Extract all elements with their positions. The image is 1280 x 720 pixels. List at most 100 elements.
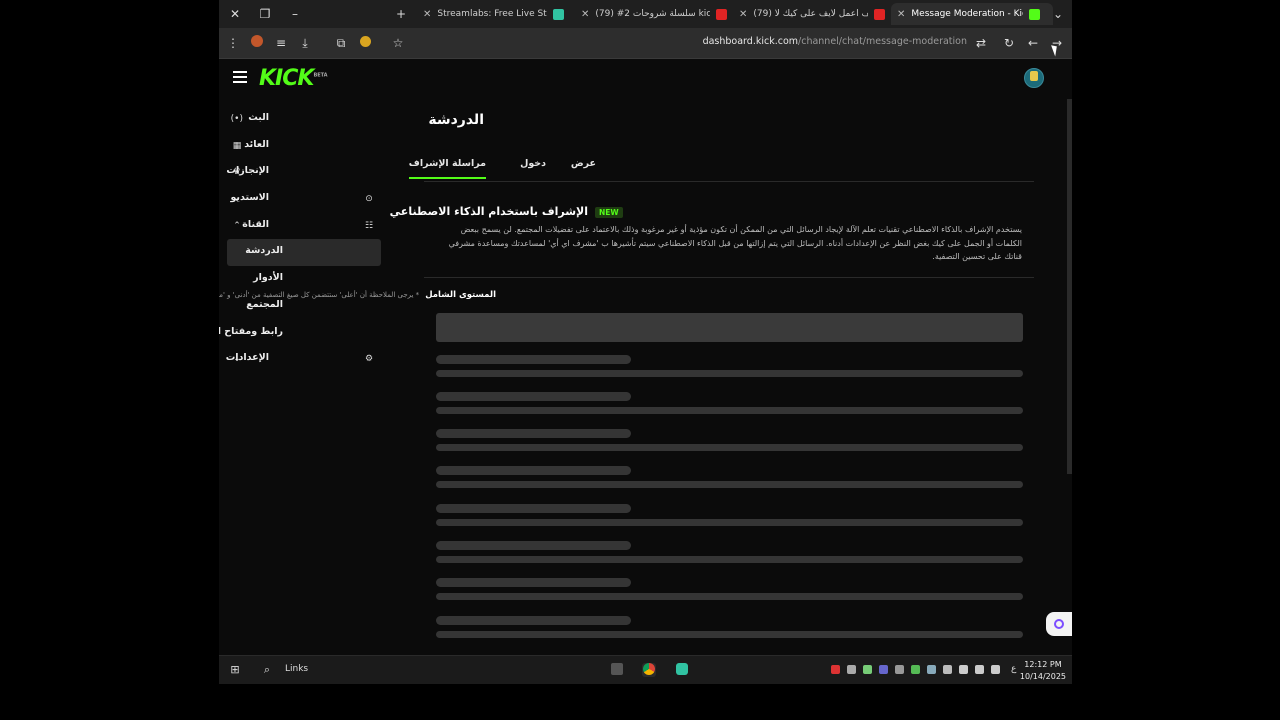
channel-icon: ☷	[364, 220, 374, 231]
sidebar-item-label: البث	[248, 112, 269, 123]
tray-app-icon[interactable]	[927, 665, 936, 674]
taskbar-search-label[interactable]: Links	[285, 664, 308, 674]
overall-level-label: المستوى الشامل	[425, 290, 496, 300]
tab-message-moderation[interactable]: ✕ Message Moderation - Kick Da	[891, 3, 1053, 25]
system-clock[interactable]: 12:12 PM 10/14/2025	[1020, 659, 1066, 683]
skeleton-label	[436, 504, 631, 513]
tray-app-icon[interactable]	[879, 665, 888, 674]
tray-app-icon[interactable]	[863, 665, 872, 674]
tab-streamlabs[interactable]: ✕ Streamlabs: Free Live Streaming	[417, 3, 579, 25]
skeleton-label	[436, 392, 631, 401]
studio-icon: ⊙	[365, 194, 373, 205]
logo-text: KICK	[259, 66, 314, 91]
skeleton-bar	[436, 631, 1023, 638]
search-icon[interactable]: ⌕	[260, 663, 274, 677]
page-scrollbar[interactable]	[1067, 99, 1072, 474]
windows-start-icon[interactable]: ⊞	[228, 663, 242, 677]
tab-display[interactable]: عرض	[571, 158, 596, 169]
microphone-icon[interactable]	[959, 665, 968, 674]
close-tab-icon[interactable]: ✕	[897, 9, 905, 20]
sidebar-nav: (•) البث ▦ العائد ♛ الإنجازات ⌄ الاستديو…	[219, 106, 381, 373]
tab-kick-series[interactable]: ✕ (79) #2 سلسلة شروحات kick كيف	[575, 3, 737, 25]
sidebar-item-channel[interactable]: ⌃ القناة ☷	[227, 213, 381, 240]
reading-list-icon[interactable]: ≡	[273, 35, 289, 51]
kick-dashboard: KICKBETA (•) البث ▦ العائد ♛ الإنجازات ⌄…	[219, 59, 1072, 655]
chevron-up-icon: ⌃	[233, 220, 241, 231]
level-selector-loading[interactable]	[436, 313, 1023, 342]
sidebar-item-studio[interactable]: ⌄ الاستديو ⊙	[227, 186, 381, 213]
ai-moderation-description: يستخدم الإشراف بالذكاء الاصطناعي تقنيات …	[448, 225, 1022, 261]
sidebar-item-label: الاستديو	[230, 192, 269, 204]
download-icon[interactable]: ⤓	[297, 35, 313, 51]
skeleton-bar	[436, 593, 1023, 600]
hamburger-menu-icon[interactable]	[233, 71, 247, 83]
skeleton-bar	[436, 519, 1023, 526]
sidebar-item-roles[interactable]: الأدوار	[227, 266, 381, 293]
gear-icon: ⚙	[364, 354, 374, 365]
youtube-favicon-icon	[874, 8, 886, 20]
youtube-favicon-icon	[716, 8, 728, 20]
tab-title: Streamlabs: Free Live Streaming	[437, 9, 547, 19]
level-note: * يرجى الملاحظة أن 'أعلى' ستتضمن كل صيغ …	[219, 291, 420, 299]
chrome-app-icon[interactable]	[642, 663, 656, 677]
menu-kebab-icon[interactable]: ⋮	[225, 35, 241, 51]
close-tab-icon[interactable]: ✕	[739, 9, 747, 20]
back-icon[interactable]: ←	[1025, 35, 1041, 51]
input-language[interactable]: ع	[1011, 664, 1016, 674]
tab-title: Message Moderation - Kick Da	[911, 9, 1023, 19]
reload-icon[interactable]: ↻	[1001, 35, 1017, 51]
skeleton-bar	[436, 407, 1023, 414]
volume-icon[interactable]	[991, 665, 1000, 674]
obs-app-icon[interactable]	[610, 663, 624, 677]
skeleton-label	[436, 466, 631, 475]
tab-kick-howto[interactable]: ✕ (79) كيف اعمل لايف على كيك لا	[733, 3, 895, 25]
sidebar-item-label: القناة	[242, 218, 269, 230]
close-tab-icon[interactable]: ✕	[423, 9, 431, 20]
sidebar-item-broadcast[interactable]: (•) البث	[227, 106, 381, 133]
new-tab-button[interactable]: +	[393, 6, 409, 22]
profile-icon[interactable]	[249, 35, 265, 51]
revenue-icon: ▦	[232, 140, 242, 151]
tray-app-icon[interactable]	[895, 665, 904, 674]
browser-window: ✕ ❐ – + ✕ Streamlabs: Free Live Streamin…	[219, 0, 1072, 684]
streamlabs-favicon-icon	[553, 8, 565, 20]
windows-taskbar: ⊞ ⌕ Links ع 12:12 PM 10/14/2025	[219, 655, 1072, 684]
skeleton-bar	[436, 370, 1023, 377]
sidebar-item-label: الدردشة	[245, 245, 283, 257]
bookmark-star-icon[interactable]: ☆	[390, 35, 406, 51]
site-settings-icon[interactable]: ⇄	[973, 35, 989, 51]
minimize-window-icon[interactable]: –	[287, 6, 303, 22]
sidebar-item-stream-key[interactable]: رابط ومفتاح البث	[219, 320, 381, 347]
sidebar-item-label: رابط ومفتاح البث	[219, 325, 283, 337]
user-avatar[interactable]	[1024, 68, 1044, 88]
overall-level-row: المستوى الشامل * يرجى الملاحظة أن 'أعلى' …	[219, 290, 496, 300]
floating-assistant-icon[interactable]	[1046, 612, 1072, 636]
skeleton-bar	[436, 556, 1023, 563]
streamlabs-app-icon[interactable]	[675, 663, 689, 677]
tray-app-icon[interactable]	[847, 665, 856, 674]
close-window-icon[interactable]: ✕	[227, 6, 243, 22]
address-toolbar: ⋮ ≡ ⤓ ⧉ ☆ dashboard.kick.com/channel/cha…	[219, 28, 1072, 59]
sidebar-item-label: العائد	[244, 138, 269, 150]
extensions-icon[interactable]: ⧉	[333, 35, 349, 51]
kick-logo[interactable]: KICKBETA	[259, 66, 328, 91]
sidebar-item-achievements[interactable]: ♛ الإنجازات	[226, 159, 381, 186]
extension-badge-icon[interactable]	[357, 35, 373, 51]
tab-login[interactable]: دخول	[520, 158, 546, 169]
tab-search-icon[interactable]: ⌄	[1050, 6, 1066, 22]
tray-app-icon[interactable]	[831, 665, 840, 674]
sidebar-item-label: الإعدادات	[225, 352, 269, 364]
clock-date: 10/14/2025	[1019, 672, 1066, 681]
network-icon[interactable]	[975, 665, 984, 674]
tray-app-icon[interactable]	[943, 665, 952, 674]
sidebar-item-settings[interactable]: ⌄ الإعدادات ⚙	[225, 346, 381, 373]
sidebar-item-chat[interactable]: الدردشة	[227, 239, 381, 267]
tab-moderation[interactable]: مراسلة الإشراف	[408, 158, 486, 179]
close-tab-icon[interactable]: ✕	[581, 9, 589, 20]
tray-app-icon[interactable]	[911, 665, 920, 674]
sidebar-item-label: الإنجازات	[226, 165, 269, 177]
sidebar-item-revenue[interactable]: ▦ العائد	[227, 133, 381, 160]
address-bar[interactable]: dashboard.kick.com/channel/chat/message-…	[703, 36, 967, 47]
broadcast-icon: (•)	[230, 114, 243, 124]
restore-window-icon[interactable]: ❐	[257, 6, 273, 22]
